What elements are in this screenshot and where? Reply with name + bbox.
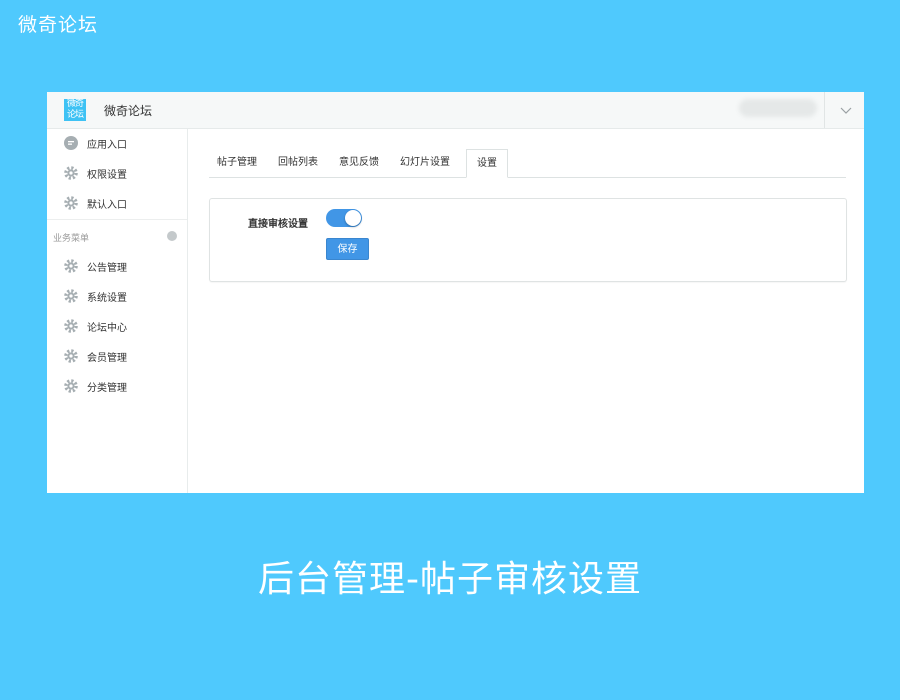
gear-icon — [64, 289, 78, 303]
sidebar-item-label: 论坛中心 — [87, 322, 127, 334]
toggle-knob — [345, 210, 361, 226]
sidebar-item-default-entry[interactable]: 默认入口 — [63, 193, 183, 213]
tab-bar: 帖子管理 回帖列表 意见反馈 幻灯片设置 设置 — [209, 149, 846, 178]
sidebar-item-members[interactable]: 会员管理 — [63, 346, 183, 366]
sidebar-item-label: 权限设置 — [87, 169, 127, 181]
save-button[interactable]: 保存 — [326, 238, 369, 260]
page-caption: 后台管理-帖子审核设置 — [258, 559, 642, 600]
sidebar-item-categories[interactable]: 分类管理 — [63, 376, 183, 396]
top-bar: 微奇论坛 微奇论坛 — [47, 92, 864, 129]
admin-window: 微奇论坛 微奇论坛 应用入口 权限设置 默认入口 业务菜单 公告管理 系统设置 … — [47, 92, 864, 493]
topbar-divider — [824, 92, 825, 128]
sidebar-item-announcements[interactable]: 公告管理 — [63, 256, 183, 276]
sidebar-item-label: 分类管理 — [87, 382, 127, 394]
tab-feedback[interactable]: 意见反馈 — [332, 149, 386, 177]
sidebar: 应用入口 权限设置 默认入口 业务菜单 公告管理 系统设置 论坛中心 会员管理 … — [47, 129, 188, 493]
sidebar-group-label: 业务菜单 — [53, 234, 90, 244]
settings-panel: 直接审核设置 保存 — [209, 198, 847, 282]
chevron-down-icon[interactable] — [838, 102, 854, 118]
chat-bubble-icon — [64, 136, 78, 150]
sidebar-item-label: 默认入口 — [87, 199, 127, 211]
tab-post-management[interactable]: 帖子管理 — [209, 149, 265, 177]
gear-icon — [64, 196, 78, 210]
sidebar-item-label: 公告管理 — [87, 262, 127, 274]
gear-icon — [64, 259, 78, 273]
sidebar-item-label: 应用入口 — [87, 139, 127, 151]
app-name: 微奇论坛 — [104, 104, 153, 118]
gear-icon — [64, 349, 78, 363]
user-avatar-blurred[interactable] — [739, 99, 817, 117]
sidebar-item-app-entry[interactable]: 应用入口 — [63, 133, 183, 153]
sidebar-item-forum-center[interactable]: 论坛中心 — [63, 316, 183, 336]
sidebar-item-permissions[interactable]: 权限设置 — [63, 163, 183, 183]
group-collapse-toggle[interactable] — [167, 231, 177, 241]
gear-icon — [64, 379, 78, 393]
tab-slideshow-settings[interactable]: 幻灯片设置 — [393, 149, 457, 177]
sidebar-item-system-settings[interactable]: 系统设置 — [63, 286, 183, 306]
gear-icon — [64, 166, 78, 180]
app-logo[interactable]: 微奇论坛 — [64, 99, 86, 121]
sidebar-divider — [47, 219, 187, 220]
gear-icon — [64, 319, 78, 333]
tab-reply-list[interactable]: 回帖列表 — [271, 149, 325, 177]
direct-review-toggle[interactable] — [326, 209, 362, 227]
sidebar-item-label: 系统设置 — [87, 292, 127, 304]
sidebar-item-label: 会员管理 — [87, 352, 127, 364]
banner-title: 微奇论坛 — [18, 14, 99, 36]
tab-settings[interactable]: 设置 — [466, 149, 508, 178]
direct-review-label: 直接审核设置 — [248, 219, 308, 230]
